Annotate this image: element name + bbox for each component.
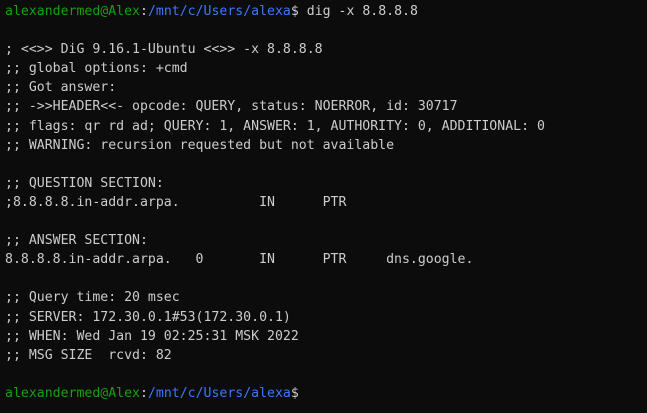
prompt-user-host: alexandermed@Alex <box>5 4 140 19</box>
prompt-path: /mnt/c/Users/alexa <box>147 385 291 401</box>
prompt-symbol: $ <box>290 4 299 19</box>
prompt-line-2[interactable]: alexandermed@Alex:/mnt/c/Users/alexa$ <box>5 384 647 403</box>
output-line: ;; WARNING: recursion requested but not … <box>5 137 395 153</box>
output-line: ;; Query time: 20 msec <box>5 290 180 306</box>
output-line: ;; global options: +cmd <box>5 61 188 77</box>
output-line: ;8.8.8.8.in-addr.arpa. IN PTR <box>5 194 347 210</box>
output-line: ;; Got answer: <box>5 80 117 96</box>
prompt-path: /mnt/c/Users/alexa <box>147 4 291 19</box>
prompt-user-host: alexandermed@Alex <box>5 385 140 401</box>
output-line: ; <<>> DiG 9.16.1-Ubuntu <<>> -x 8.8.8.8 <box>5 42 323 58</box>
prompt-command: dig -x 8.8.8.8 <box>298 4 418 19</box>
output-line: ;; WHEN: Wed Jan 19 02:25:31 MSK 2022 <box>5 328 299 344</box>
output-line: ;; SERVER: 172.30.0.1#53(172.30.0.1) <box>5 309 291 325</box>
prompt-separator: : <box>139 385 148 401</box>
command-output: ; <<>> DiG 9.16.1-Ubuntu <<>> -x 8.8.8.8… <box>5 21 647 384</box>
output-line: ;; MSG SIZE rcvd: 82 <box>5 347 172 363</box>
output-line: ;; QUESTION SECTION: <box>5 175 164 191</box>
output-line: 8.8.8.8.in-addr.arpa. 0 IN PTR dns.googl… <box>5 252 474 268</box>
output-line: ;; ANSWER SECTION: <box>5 233 148 249</box>
output-line: ;; flags: qr rd ad; QUERY: 1, ANSWER: 1,… <box>5 118 545 134</box>
output-line: ;; ->>HEADER<<- opcode: QUERY, status: N… <box>5 99 458 115</box>
prompt-line-1: alexandermed@Alex:/mnt/c/Users/alexa$ di… <box>5 2 647 21</box>
prompt-separator: : <box>139 4 148 19</box>
prompt-symbol: $ <box>290 385 299 401</box>
terminal-window[interactable]: alexandermed@Alex:/mnt/c/Users/alexa$ di… <box>0 0 647 413</box>
